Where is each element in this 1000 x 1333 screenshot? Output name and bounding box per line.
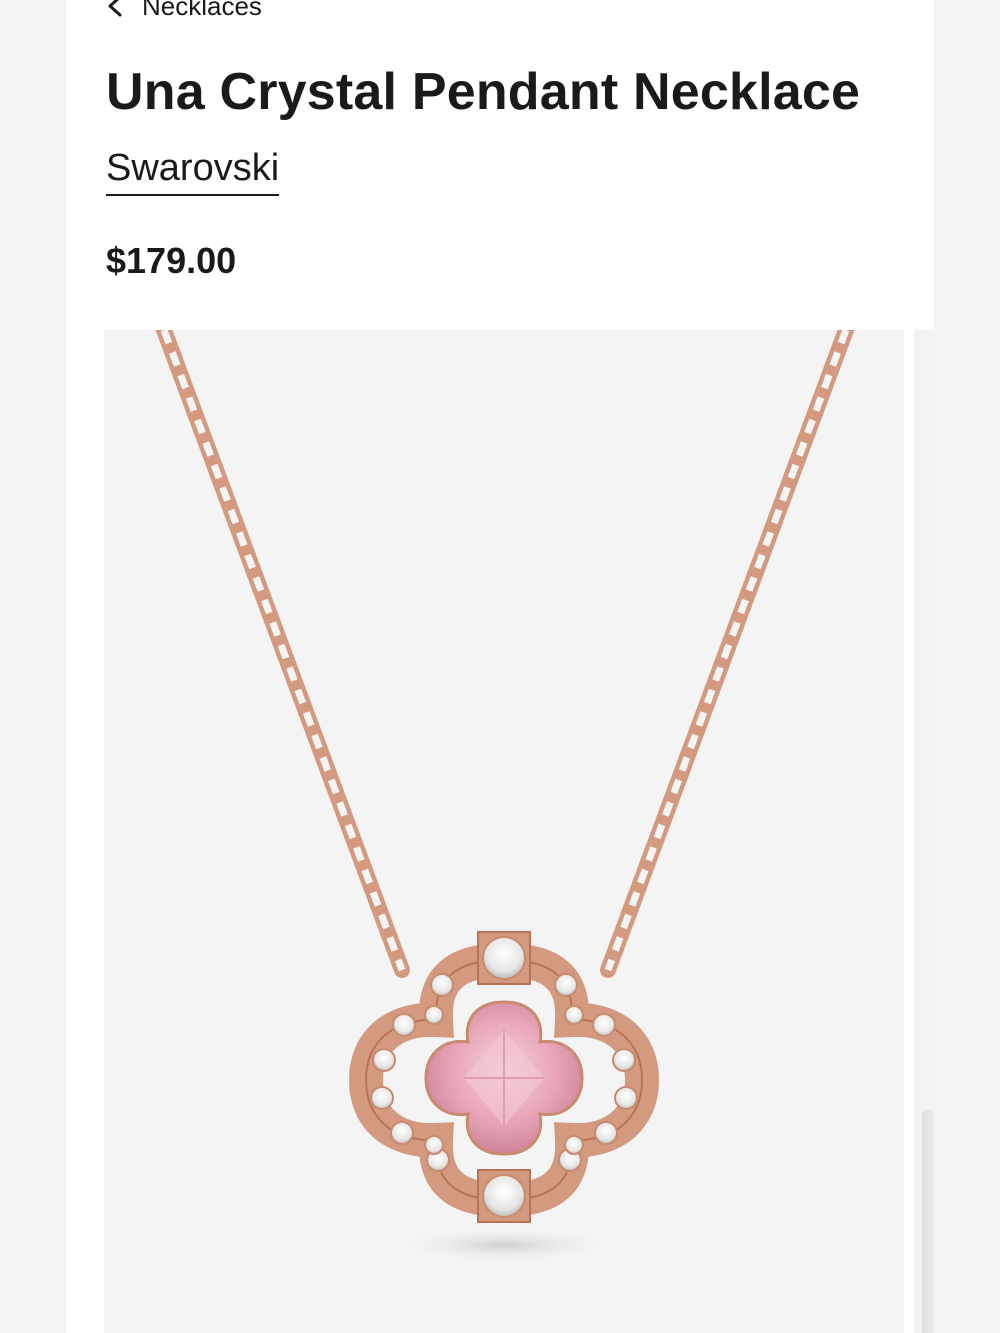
chevron-left-icon [106, 0, 124, 17]
brand-link[interactable]: Swarovski [106, 146, 280, 196]
next-image-peek[interactable] [914, 330, 934, 1333]
product-title: Una Crystal Pendant Necklace [106, 63, 861, 121]
necklace-image [156, 330, 854, 1263]
chain-right [600, 330, 854, 978]
breadcrumb[interactable]: Necklaces [106, 0, 262, 26]
product-price: $179.00 [106, 240, 237, 281]
product-image[interactable] [104, 330, 904, 1333]
product-page: Necklaces Una Crystal Pendant Necklace S… [66, 0, 934, 1333]
chain-left [156, 330, 410, 978]
breadcrumb-label: Necklaces [142, 0, 262, 21]
